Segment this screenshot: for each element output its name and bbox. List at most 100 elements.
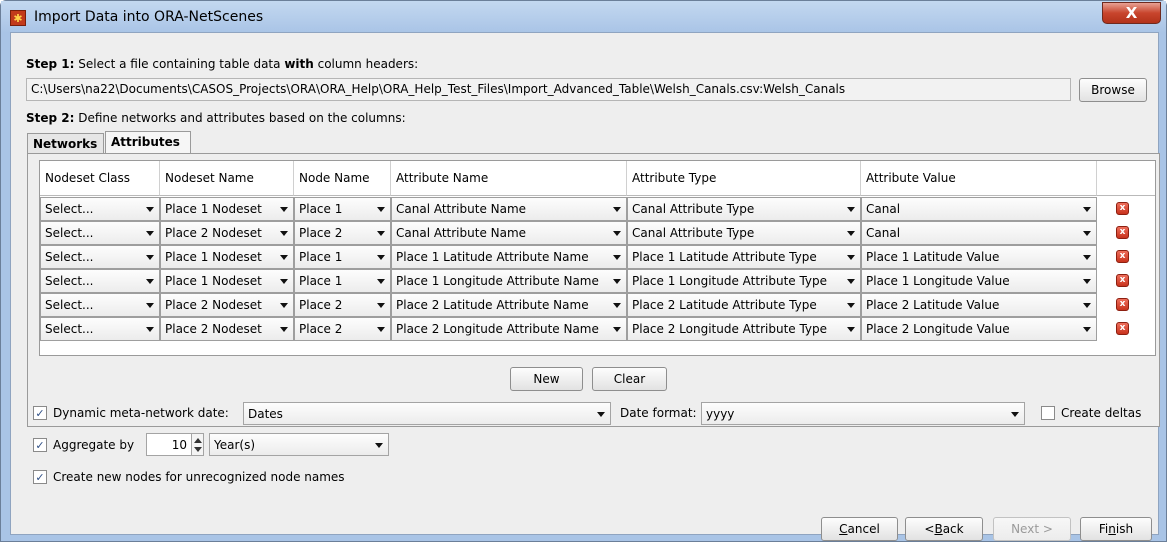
nodeset-class-select[interactable]: Select... (40, 317, 160, 341)
finish-button[interactable]: Fi n ish (1080, 517, 1152, 541)
cell-value: Place 1 Latitude Attribute Name (396, 250, 589, 264)
delete-row-icon[interactable]: x (1116, 298, 1129, 311)
node-name-select[interactable]: Place 2 (294, 317, 391, 341)
attribute-type-select[interactable]: Canal Attribute Type (627, 197, 861, 221)
node-name-select[interactable]: Place 1 (294, 245, 391, 269)
nodeset-class-select[interactable]: Select... (40, 221, 160, 245)
column-header-attribute-name[interactable]: Attribute Name (391, 161, 627, 196)
node-name-select[interactable]: Place 2 (294, 293, 391, 317)
spinner-down-icon[interactable] (194, 447, 202, 452)
chevron-down-icon (377, 303, 385, 308)
chevron-down-icon (377, 207, 385, 212)
column-header-nodeset-name[interactable]: Nodeset Name (160, 161, 294, 196)
chevron-down-icon (613, 207, 621, 212)
chevron-down-icon (375, 443, 383, 448)
nodeset-name-select[interactable]: Place 1 Nodeset (160, 269, 294, 293)
new-row-button[interactable]: New (510, 367, 583, 391)
clear-table-button[interactable]: Clear (592, 367, 667, 391)
cell-value: Place 1 (299, 274, 343, 288)
delete-row-icon[interactable]: x (1116, 202, 1129, 215)
table-row: Select... Place 1 Nodeset Place 1 Canal Att… (40, 197, 1155, 221)
cell-value: Place 1 Nodeset (165, 202, 262, 216)
nodeset-class-select[interactable]: Select... (40, 269, 160, 293)
aggregate-unit-select[interactable]: Year(s) (209, 433, 389, 456)
chevron-down-icon (146, 327, 154, 332)
attribute-name-select[interactable]: Place 2 Longitude Attribute Name (391, 317, 627, 341)
nodeset-class-select[interactable]: Select... (40, 197, 160, 221)
nodeset-name-select[interactable]: Place 2 Nodeset (160, 317, 294, 341)
aggregate-checkbox[interactable]: ✓ (33, 438, 47, 452)
cell-value: Canal Attribute Name (396, 202, 527, 216)
attribute-name-select[interactable]: Place 1 Latitude Attribute Name (391, 245, 627, 269)
nodeset-name-select[interactable]: Place 2 Nodeset (160, 221, 294, 245)
chevron-down-icon (597, 412, 605, 417)
column-header-attribute-value[interactable]: Attribute Value (861, 161, 1097, 196)
attribute-name-select[interactable]: Canal Attribute Name (391, 221, 627, 245)
chevron-down-icon (146, 231, 154, 236)
attribute-name-select[interactable]: Place 1 Longitude Attribute Name (391, 269, 627, 293)
attribute-type-select[interactable]: Canal Attribute Type (627, 221, 861, 245)
cell-value: Place 1 Latitude Value (866, 250, 1000, 264)
cell-value: Canal Attribute Type (632, 202, 755, 216)
attribute-value-select[interactable]: Canal (861, 197, 1097, 221)
delete-row-icon[interactable]: x (1116, 274, 1129, 287)
chevron-down-icon (1083, 207, 1091, 212)
cell-value: Select... (45, 250, 94, 264)
attribute-value-select[interactable]: Canal (861, 221, 1097, 245)
attribute-name-select[interactable]: Place 2 Latitude Attribute Name (391, 293, 627, 317)
cell-value: Place 2 Longitude Attribute Type (632, 322, 828, 336)
date-format-select[interactable]: yyyy (701, 402, 1025, 425)
title-bar[interactable]: ✱ Import Data into ORA-NetScenes X (1, 1, 1166, 33)
column-header-attribute-type[interactable]: Attribute Type (627, 161, 861, 196)
chevron-down-icon (377, 231, 385, 236)
nodeset-name-select[interactable]: Place 2 Nodeset (160, 293, 294, 317)
nodeset-name-select[interactable]: Place 1 Nodeset (160, 197, 294, 221)
column-header-nodeset-class[interactable]: Nodeset Class (40, 161, 160, 196)
node-name-select[interactable]: Place 1 (294, 197, 391, 221)
nodeset-name-select[interactable]: Place 1 Nodeset (160, 245, 294, 269)
back-button[interactable]: < Back (905, 517, 983, 541)
chevron-down-icon (280, 207, 288, 212)
aggregate-amount-stepper[interactable] (191, 433, 204, 456)
next-button[interactable]: Next > (993, 517, 1071, 541)
file-path-field[interactable]: C:\Users\na22\Documents\CASOS_Projects\O… (26, 78, 1071, 101)
step1-instruction: Step 1: Select a file containing table d… (26, 57, 419, 71)
create-deltas-label: Create deltas (1061, 406, 1142, 420)
node-name-select[interactable]: Place 1 (294, 269, 391, 293)
cell-value: Place 2 Latitude Value (866, 298, 1000, 312)
node-name-select[interactable]: Place 2 (294, 221, 391, 245)
cell-value: Place 2 Nodeset (165, 322, 262, 336)
create-deltas-checkbox[interactable] (1041, 406, 1055, 420)
spinner-up-icon[interactable] (194, 438, 202, 443)
delete-row-icon[interactable]: x (1116, 226, 1129, 239)
attribute-type-select[interactable]: Place 2 Longitude Attribute Type (627, 317, 861, 341)
delete-row-icon[interactable]: x (1116, 322, 1129, 335)
dynamic-date-select[interactable]: Dates (243, 402, 611, 425)
dynamic-date-checkbox[interactable]: ✓ (33, 406, 47, 420)
close-window-button[interactable]: X (1102, 2, 1161, 24)
chevron-down-icon (1011, 412, 1019, 417)
attribute-value-select[interactable]: Place 2 Latitude Value (861, 293, 1097, 317)
cell-value: Place 2 (299, 298, 343, 312)
cancel-button[interactable]: Cancel (821, 517, 898, 541)
attribute-type-select[interactable]: Place 1 Latitude Attribute Type (627, 245, 861, 269)
attribute-value-select[interactable]: Place 1 Latitude Value (861, 245, 1097, 269)
attribute-value-select[interactable]: Place 2 Longitude Value (861, 317, 1097, 341)
attribute-type-select[interactable]: Place 2 Latitude Attribute Type (627, 293, 861, 317)
browse-button[interactable]: Browse (1079, 78, 1147, 102)
column-header-delete (1097, 161, 1155, 196)
delete-row-icon[interactable]: x (1116, 250, 1129, 263)
delete-row-cell: x (1097, 317, 1155, 341)
aggregate-amount-input[interactable]: 10 (146, 433, 192, 456)
tab-networks[interactable]: Networks (27, 133, 104, 155)
attribute-type-select[interactable]: Place 1 Longitude Attribute Type (627, 269, 861, 293)
attribute-name-select[interactable]: Canal Attribute Name (391, 197, 627, 221)
column-header-node-name[interactable]: Node Name (294, 161, 391, 196)
window-title: Import Data into ORA-NetScenes (34, 9, 264, 25)
close-icon: X (1125, 4, 1138, 22)
tab-attributes[interactable]: Attributes (105, 131, 191, 155)
create-nodes-checkbox[interactable]: ✓ (33, 470, 47, 484)
nodeset-class-select[interactable]: Select... (40, 293, 160, 317)
nodeset-class-select[interactable]: Select... (40, 245, 160, 269)
attribute-value-select[interactable]: Place 1 Longitude Value (861, 269, 1097, 293)
